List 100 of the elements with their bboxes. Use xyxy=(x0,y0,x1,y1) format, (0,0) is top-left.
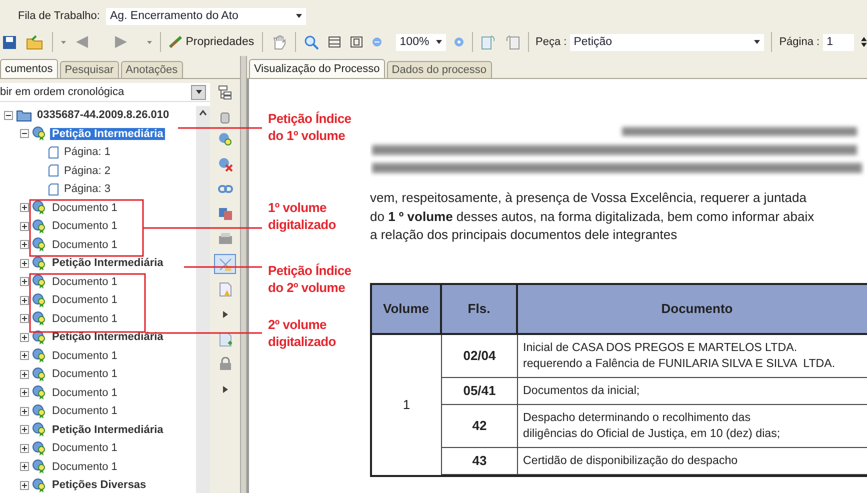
view-tab[interactable]: Visualização do Processo xyxy=(249,59,385,78)
queue-label: Fila de Trabalho: xyxy=(18,10,100,22)
document-seal-icon xyxy=(32,348,47,364)
expand-toggle[interactable] xyxy=(20,203,29,212)
annotation-label: Petição Índice do 2º volume xyxy=(268,262,352,296)
table-cell: Certidão de disponibilização do despacho xyxy=(518,448,867,474)
folder-icon xyxy=(16,108,32,122)
table-cell: Despacho determinando o recolhimento das diligências do Oficial de Justiça, em 10 (dez) dias; xyxy=(518,404,867,448)
tree-item[interactable]: Documento 1 xyxy=(50,405,120,418)
document-seal-icon xyxy=(32,200,47,216)
caret-icon xyxy=(436,40,442,44)
zoom-dropdown[interactable]: 100% xyxy=(396,34,446,50)
properties-button[interactable]: Propriedades xyxy=(168,35,256,49)
expand-toggle[interactable] xyxy=(20,406,29,416)
pencil-icon xyxy=(168,36,183,48)
panel-tab[interactable]: Anotações xyxy=(120,61,183,78)
tree-item[interactable]: Documento 1 xyxy=(50,442,120,454)
expand-toggle[interactable] xyxy=(20,425,29,434)
tree-item[interactable]: Documento 1 xyxy=(50,350,120,362)
annotation-label: 2º volume digitalizado xyxy=(268,316,336,350)
tree-item[interactable]: Documento 1 xyxy=(50,460,120,473)
page-icon xyxy=(48,164,59,178)
column-header: Documento xyxy=(518,284,867,334)
tree-view-icon[interactable] xyxy=(218,85,232,101)
spinner-icon[interactable] xyxy=(861,36,867,48)
table-cell: 02/04 xyxy=(442,334,518,378)
caret-icon[interactable] xyxy=(146,40,153,44)
caret-icon[interactable] xyxy=(60,40,67,44)
page-icon xyxy=(48,182,59,196)
link-icon xyxy=(218,183,232,195)
document-seal-icon xyxy=(32,237,47,252)
copy-icon xyxy=(218,207,232,221)
tree-item[interactable]: Documento 1 xyxy=(50,238,120,251)
caret-icon xyxy=(196,90,202,94)
tree-item[interactable]: Petições Diversas xyxy=(50,479,148,492)
seal-icon xyxy=(218,132,232,146)
column-header: Fls. xyxy=(442,284,518,334)
tree-item[interactable]: Documento 1 xyxy=(50,276,120,288)
tree-item[interactable]: Petição Intermediária xyxy=(50,257,166,270)
document-seal-icon xyxy=(32,218,47,234)
tree-item[interactable]: Documento 1 xyxy=(50,294,120,306)
fit-page-icon[interactable] xyxy=(348,35,364,49)
expand-toggle[interactable] xyxy=(20,314,29,324)
document-seal-icon xyxy=(32,422,47,438)
folder-icon[interactable] xyxy=(25,34,45,50)
tree-item[interactable]: Página: 1 xyxy=(62,146,112,158)
document-seal-icon xyxy=(32,478,47,493)
order-dropdown[interactable]: bir em ordem cronológica xyxy=(0,83,210,102)
expand-toggle[interactable] xyxy=(20,258,29,268)
page-number-field[interactable]: 1 xyxy=(822,34,854,50)
expand-toggle[interactable] xyxy=(20,240,29,250)
tree-item[interactable]: Documento 1 xyxy=(50,202,120,214)
caret-icon xyxy=(296,14,302,18)
arrow-icon xyxy=(222,310,228,318)
panel-tab[interactable]: cumentos xyxy=(0,59,58,78)
document-seal-icon xyxy=(32,126,47,142)
annotation-label: 1º volume digitalizado xyxy=(268,199,336,233)
expand-toggle[interactable] xyxy=(20,222,29,231)
document-seal-icon xyxy=(32,366,47,382)
piece-label: Peça : xyxy=(536,36,567,48)
expand-toggle[interactable] xyxy=(20,129,29,138)
piece-dropdown[interactable]: Petição xyxy=(570,34,764,50)
expand-toggle[interactable] xyxy=(20,462,29,472)
tree-item[interactable]: Documento 1 xyxy=(50,220,120,232)
panel-tab[interactable]: Pesquisar xyxy=(60,61,119,78)
table-cell: Documentos da inicial; xyxy=(518,378,867,404)
expand-toggle[interactable] xyxy=(20,480,29,490)
tree-item[interactable]: Petição Intermediária xyxy=(50,331,166,344)
tree-item[interactable]: Documento 1 xyxy=(50,312,120,325)
tree-item[interactable]: Página: 3 xyxy=(62,183,112,196)
fit-width-icon[interactable] xyxy=(326,35,342,49)
expand-toggle[interactable] xyxy=(20,370,29,379)
tree-item[interactable]: Página: 2 xyxy=(62,164,112,177)
tree-item[interactable]: Documento 1 xyxy=(50,368,120,380)
page-icon xyxy=(48,146,59,159)
tree-item[interactable]: Documento 1 xyxy=(50,386,120,399)
expand-toggle[interactable] xyxy=(20,277,29,286)
expand-toggle[interactable] xyxy=(20,444,29,453)
document-seal-icon xyxy=(32,256,47,271)
document-seal-icon xyxy=(32,459,47,474)
page-split-icon xyxy=(218,256,232,272)
expand-toggle[interactable] xyxy=(20,296,29,305)
side-tool-button[interactable] xyxy=(214,254,236,274)
document-seal-icon xyxy=(32,311,47,326)
tree-item[interactable]: Petição Intermediária xyxy=(50,128,166,140)
database-icon[interactable] xyxy=(220,112,230,124)
queue-dropdown[interactable]: Ag. Encerramento do Ato xyxy=(106,8,306,24)
scroll-up-icon[interactable] xyxy=(199,110,207,116)
document-seal-icon xyxy=(32,292,47,308)
expand-toggle[interactable] xyxy=(20,388,29,398)
expand-toggle[interactable] xyxy=(4,110,13,120)
tree-item[interactable]: Petição Intermediária xyxy=(50,424,166,436)
expand-toggle[interactable] xyxy=(20,332,29,342)
arrow-icon xyxy=(222,386,228,392)
expand-toggle[interactable] xyxy=(20,351,29,360)
search-icon[interactable] xyxy=(302,34,320,50)
save-icon[interactable] xyxy=(2,34,18,50)
view-tab[interactable]: Dados do processo xyxy=(386,61,492,78)
tree-item[interactable]: 0335687-44.2009.8.26.010 xyxy=(35,109,172,122)
lock-icon xyxy=(218,357,232,371)
